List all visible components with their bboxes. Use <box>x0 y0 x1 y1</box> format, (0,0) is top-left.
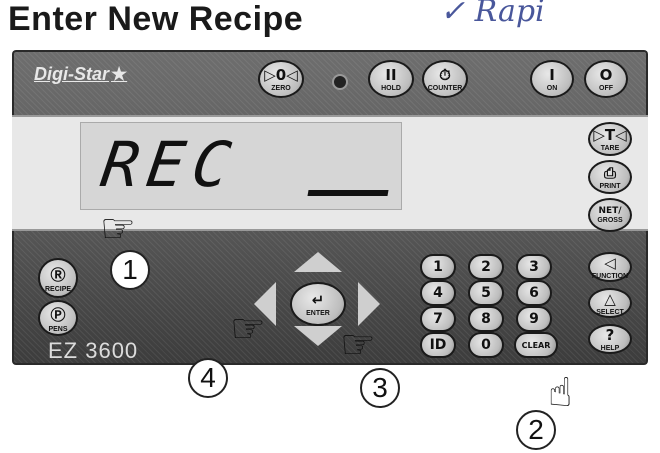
key-3[interactable]: 3 <box>516 254 552 280</box>
recipe-button[interactable]: Ⓡ RECIPE <box>38 258 78 298</box>
lcd-cursor <box>307 190 389 196</box>
right-arrow-button[interactable] <box>358 282 380 326</box>
key-6[interactable]: 6 <box>516 280 552 306</box>
pointing-hand-icon: ☞ <box>340 322 376 368</box>
pointing-hand-icon: ☝ <box>548 370 573 416</box>
lcd-readout: REC <box>96 128 244 201</box>
status-led <box>334 76 346 88</box>
id-key[interactable]: ID <box>420 332 456 358</box>
key-0[interactable]: 0 <box>468 332 504 358</box>
off-button[interactable]: O OFF <box>584 60 628 98</box>
key-4[interactable]: 4 <box>420 280 456 306</box>
callout-4: 4 <box>188 358 228 398</box>
enter-button[interactable]: ↵ ENTER <box>290 282 346 326</box>
handwritten-note: ✓ Rapi <box>440 0 545 29</box>
key-7[interactable]: 7 <box>420 306 456 332</box>
key-9[interactable]: 9 <box>516 306 552 332</box>
pointing-hand-icon: ☞ <box>230 306 266 352</box>
help-button[interactable]: ? HELP <box>588 324 632 354</box>
key-1[interactable]: 1 <box>420 254 456 280</box>
callout-2: 2 <box>516 410 556 450</box>
pointing-hand-icon: ☞ <box>100 206 136 252</box>
key-8[interactable]: 8 <box>468 306 504 332</box>
callout-3: 3 <box>360 368 400 408</box>
function-button[interactable]: ◁ FUNCTION <box>588 252 632 282</box>
key-5[interactable]: 5 <box>468 280 504 306</box>
select-button[interactable]: △ SELECT <box>588 288 632 318</box>
pens-button[interactable]: Ⓟ PENS <box>38 300 78 336</box>
clear-key[interactable]: CLEAR <box>514 332 558 358</box>
hold-button[interactable]: II HOLD <box>368 60 414 98</box>
key-2[interactable]: 2 <box>468 254 504 280</box>
brand-logo: Digi-Star ★ <box>34 64 128 84</box>
tare-button[interactable]: ▷T◁ TARE <box>588 122 632 156</box>
down-arrow-button[interactable] <box>294 326 342 346</box>
model-label: EZ 3600 <box>48 338 139 363</box>
net-gross-button[interactable]: NET/GROSS <box>588 198 632 232</box>
counter-button[interactable]: ⏱ COUNTER <box>422 60 468 98</box>
up-arrow-button[interactable] <box>294 252 342 272</box>
callout-1: 1 <box>110 250 150 290</box>
zero-button[interactable]: ▷0◁ ZERO <box>258 60 304 98</box>
print-button[interactable]: ⎙ PRINT <box>588 160 632 194</box>
page-title: Enter New Recipe <box>8 0 304 38</box>
on-button[interactable]: I ON <box>530 60 574 98</box>
